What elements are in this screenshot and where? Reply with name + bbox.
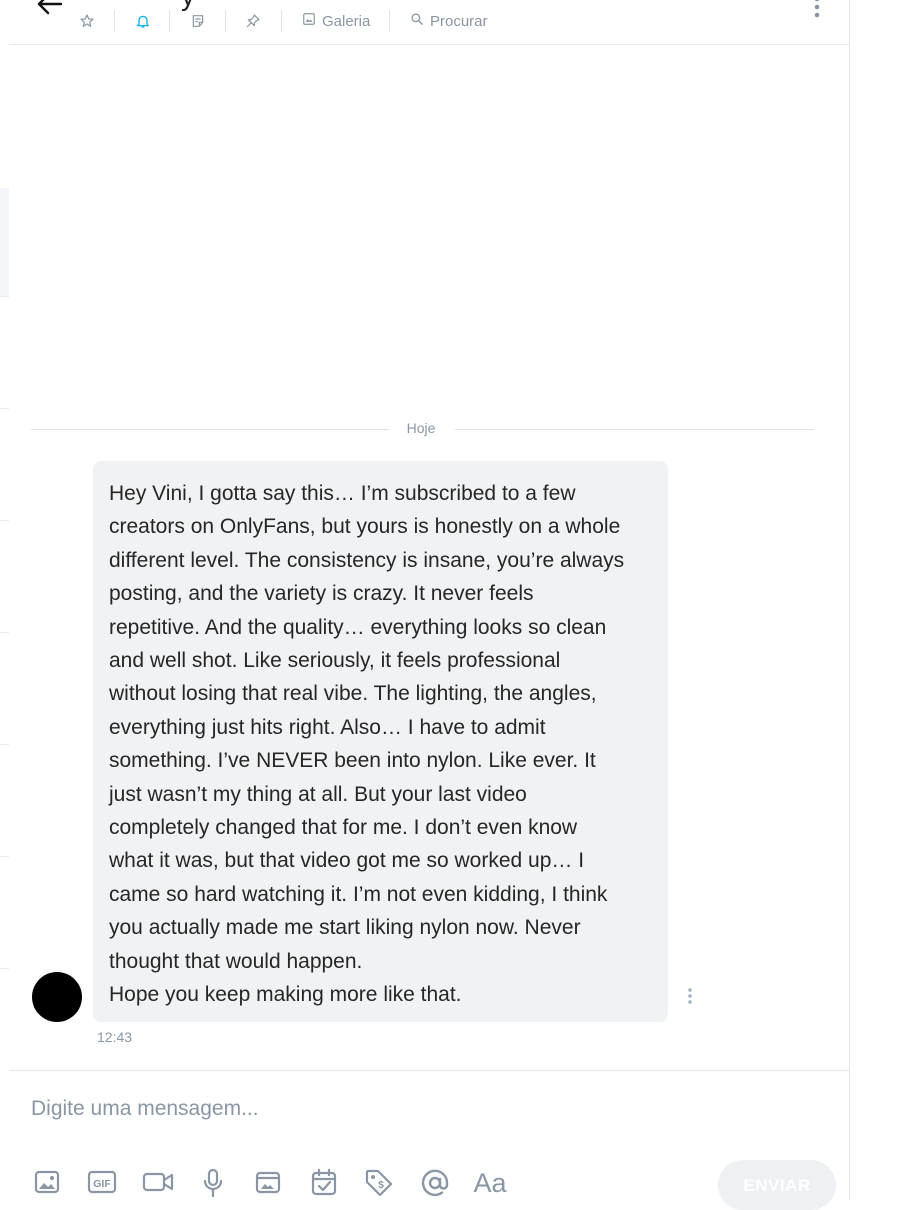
message-line: what it was, but that video got me so wo… bbox=[109, 849, 585, 873]
gallery-icon bbox=[302, 12, 316, 30]
message-line: different level. The consistency is insa… bbox=[109, 548, 625, 572]
message-line: just wasn’t my thing at all. But your la… bbox=[109, 782, 527, 806]
message-line: posting, and the variety is crazy. It ne… bbox=[109, 582, 534, 606]
left-panel-divider bbox=[0, 968, 9, 969]
right-panel-edge bbox=[849, 0, 850, 1200]
chat-panel: y Galeria Procurar bbox=[9, 0, 849, 1210]
more-vertical-icon[interactable] bbox=[807, 0, 827, 22]
send-button[interactable]: ENVIAR bbox=[718, 1160, 836, 1210]
header-divider bbox=[169, 10, 170, 32]
message-line: Hey Vini, I gotta say this… I’m subscrib… bbox=[109, 482, 576, 505]
gallery-button[interactable]: Galeria bbox=[302, 12, 370, 30]
message-timestamp: 12:43 bbox=[97, 1029, 133, 1045]
message-line: creators on OnlyFans, but yours is hones… bbox=[109, 515, 621, 539]
message-line: everything just hits right. Also… I have… bbox=[109, 715, 546, 739]
header-divider bbox=[114, 10, 115, 32]
header-divider bbox=[281, 10, 282, 32]
text-format-icon[interactable]: Aa bbox=[473, 1168, 506, 1200]
left-panel-divider bbox=[0, 296, 9, 297]
message-input[interactable] bbox=[31, 1092, 821, 1126]
header-divider bbox=[389, 10, 390, 32]
left-panel-divider bbox=[0, 520, 9, 521]
pin-icon[interactable] bbox=[243, 11, 263, 31]
svg-text:$: $ bbox=[378, 1180, 384, 1191]
microphone-icon[interactable] bbox=[197, 1168, 229, 1200]
date-divider-line bbox=[455, 429, 814, 430]
search-button[interactable]: Procurar bbox=[410, 12, 488, 30]
schedule-icon[interactable] bbox=[308, 1168, 340, 1200]
left-panel-divider bbox=[0, 632, 9, 633]
message-line: something. I’ve NEVER been into nylon. L… bbox=[109, 749, 596, 773]
date-divider-label: Hoje bbox=[406, 420, 436, 436]
star-icon[interactable] bbox=[77, 11, 97, 31]
composer-divider bbox=[9, 1070, 849, 1071]
message-line: thought that would happen. bbox=[109, 949, 363, 973]
left-panel-selected-row bbox=[0, 188, 9, 296]
image-icon[interactable] bbox=[31, 1168, 63, 1200]
message-bubble: Hey Vini, I gotta say this… I’m subscrib… bbox=[93, 461, 668, 1022]
gif-icon[interactable]: GIF bbox=[86, 1168, 118, 1200]
bell-icon[interactable] bbox=[133, 11, 153, 31]
sender-avatar[interactable] bbox=[32, 972, 82, 1022]
message-line: without losing that real vibe. The light… bbox=[109, 682, 597, 706]
back-arrow-icon[interactable] bbox=[35, 0, 65, 20]
price-tag-icon[interactable]: $ bbox=[363, 1168, 395, 1200]
vault-icon[interactable] bbox=[252, 1168, 284, 1200]
left-panel-divider bbox=[0, 856, 9, 857]
message-line: you actually made me start liking nylon … bbox=[109, 916, 581, 940]
message-line: came so hard watching it. I’m not even k… bbox=[109, 882, 608, 906]
note-icon[interactable] bbox=[188, 11, 208, 31]
message-line: completely changed that for me. I don’t … bbox=[109, 816, 578, 840]
video-icon[interactable] bbox=[142, 1168, 174, 1200]
search-icon bbox=[410, 12, 424, 30]
left-panel-divider bbox=[0, 744, 9, 745]
date-divider-line bbox=[31, 429, 389, 430]
message-more-icon[interactable] bbox=[682, 986, 698, 1008]
message-line: repetitive. And the quality… everything … bbox=[109, 615, 607, 639]
gif-label: GIF bbox=[93, 1178, 111, 1190]
message-line: and well shot. Like seriously, it feels … bbox=[109, 649, 561, 673]
message-line: Hope you keep making more like that. bbox=[109, 983, 462, 1007]
header-divider bbox=[225, 10, 226, 32]
gallery-label: Galeria bbox=[322, 12, 371, 30]
left-panel-divider bbox=[0, 408, 9, 409]
chat-header: y Galeria Procurar bbox=[9, 0, 849, 45]
search-label: Procurar bbox=[430, 12, 488, 30]
mention-icon[interactable] bbox=[419, 1168, 451, 1200]
